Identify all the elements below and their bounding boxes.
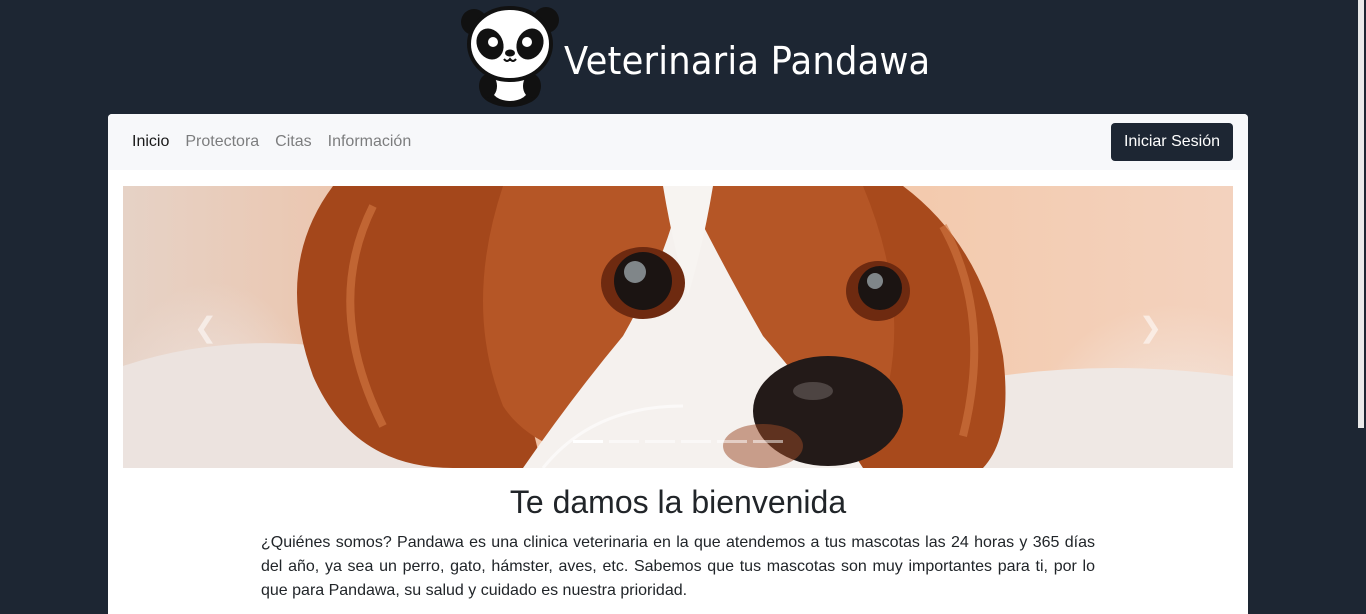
site-title: Veterinaria Pandawa <box>564 39 931 83</box>
brand-header: Veterinaria Pandawa <box>458 0 958 110</box>
chevron-left-icon: ❮ <box>193 311 218 343</box>
nav-link-protectora[interactable]: Protectora <box>177 125 267 159</box>
carousel-indicator[interactable] <box>681 440 711 443</box>
nav-link-inicio[interactable]: Inicio <box>124 125 177 159</box>
login-button[interactable]: Iniciar Sesión <box>1110 123 1233 161</box>
carousel-indicator[interactable] <box>645 440 675 443</box>
carousel-next-button[interactable]: ❯ <box>1068 186 1233 468</box>
carousel-indicator[interactable] <box>717 440 747 443</box>
carousel-indicators <box>123 440 1233 443</box>
page-scrollbar[interactable] <box>1356 0 1366 607</box>
chevron-right-icon: ❯ <box>1138 311 1163 343</box>
carousel-indicator[interactable] <box>573 440 603 443</box>
about-paragraph: ¿Quiénes somos? Pandawa es una clinica v… <box>261 534 1095 599</box>
navbar: Inicio Protectora Citas Información Inic… <box>108 114 1248 170</box>
main-card: Inicio Protectora Citas Información Inic… <box>108 114 1248 614</box>
carousel-indicator[interactable] <box>753 440 783 443</box>
carousel-indicator[interactable] <box>609 440 639 443</box>
dog-photo <box>123 186 1233 468</box>
hero-carousel: ❮ ❯ <box>123 186 1233 468</box>
nav-link-informacion[interactable]: Información <box>320 125 420 159</box>
panda-logo-icon <box>461 6 559 107</box>
nav-link-citas[interactable]: Citas <box>267 125 319 159</box>
nav-links: Inicio Protectora Citas Información <box>124 125 419 159</box>
carousel-prev-button[interactable]: ❮ <box>123 186 288 468</box>
scrollbar-thumb[interactable] <box>1358 0 1364 428</box>
welcome-heading: Te damos la bienvenida <box>509 484 847 520</box>
